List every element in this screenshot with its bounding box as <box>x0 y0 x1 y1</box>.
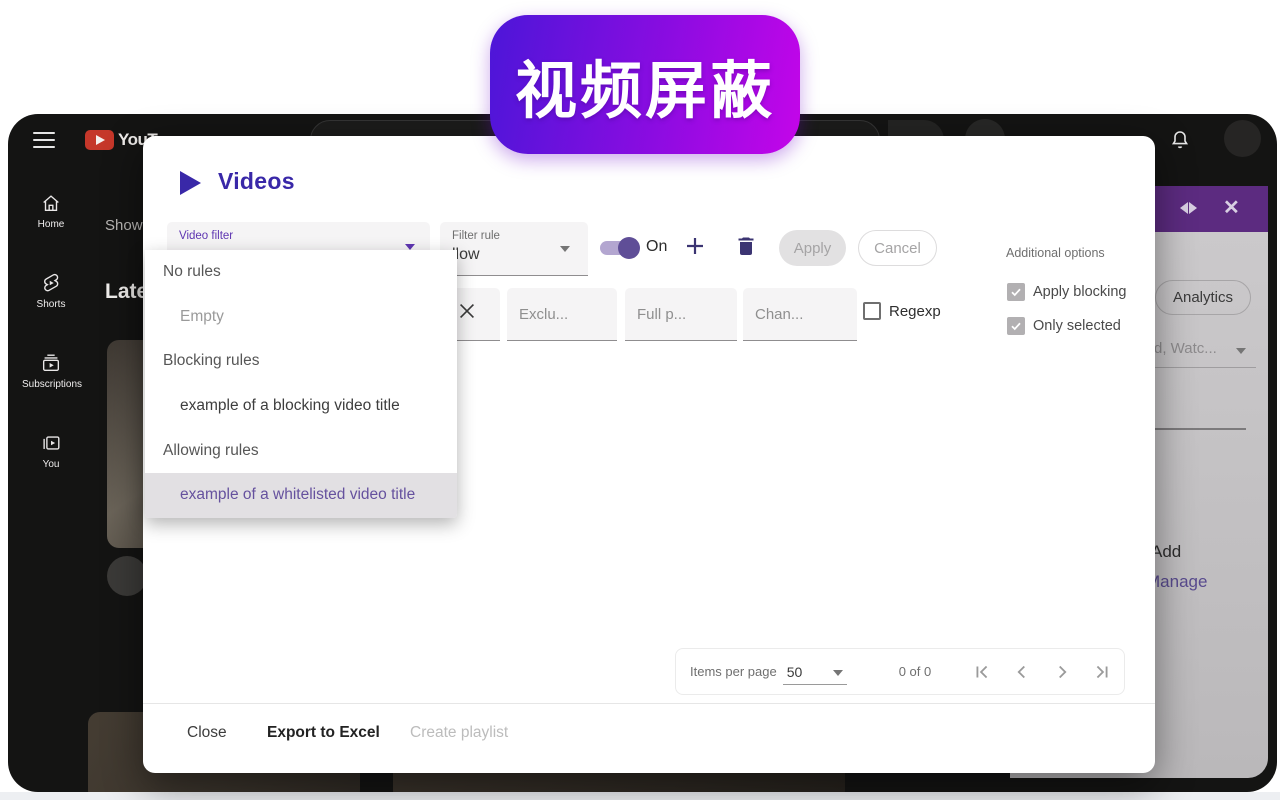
home-icon <box>40 192 62 214</box>
annotation-banner: 视频屏蔽 <box>490 15 800 154</box>
footer-divider <box>143 703 1155 704</box>
regexp-checkbox-row[interactable]: Regexp <box>863 302 941 320</box>
checkbox-checked-icon[interactable] <box>1007 283 1025 301</box>
screenshot-root: YouT Home Shorts <box>0 0 1280 800</box>
checkbox-unchecked-icon[interactable] <box>863 302 881 320</box>
trash-icon <box>734 234 758 258</box>
subscriptions-icon <box>40 352 62 374</box>
delete-filter-button[interactable] <box>734 234 758 263</box>
apply-blocking-checkbox-row[interactable]: Apply blocking <box>1007 283 1127 301</box>
menu-option-blocking-example[interactable]: example of a blocking video title <box>145 384 457 429</box>
cancel-button[interactable]: Cancel <box>858 230 937 266</box>
pagination-bar: Items per page 50 0 of 0 <box>675 648 1125 695</box>
feed-latest-heading: Late <box>105 280 148 304</box>
notifications-bell-icon[interactable] <box>1168 128 1192 152</box>
window-bottom-gap <box>0 792 1280 800</box>
channel-avatar[interactable] <box>107 556 147 596</box>
add-filter-button[interactable] <box>683 234 707 263</box>
video-filter-dropdown-menu: No rules Empty Blocking rules example of… <box>145 250 457 518</box>
banner-text: 视频屏蔽 <box>515 40 775 130</box>
close-button[interactable]: Close <box>187 724 227 742</box>
clear-icon[interactable] <box>456 300 478 322</box>
menu-option-empty[interactable]: Empty <box>145 295 457 340</box>
account-avatar[interactable] <box>1224 120 1261 157</box>
panel-divider <box>1154 428 1246 430</box>
sidebar-item-you[interactable]: You <box>22 432 80 470</box>
export-to-excel-button[interactable]: Export to Excel <box>267 724 380 742</box>
menu-group-allowing-rules: Allowing rules <box>145 428 457 473</box>
panel-resize-icon[interactable] <box>1180 202 1197 214</box>
you-icon <box>40 432 62 454</box>
play-icon <box>180 171 201 195</box>
menu-group-no-rules: No rules <box>145 250 457 295</box>
panel-manage-link[interactable]: Manage <box>1146 572 1207 592</box>
menu-option-whitelisted-example[interactable]: example of a whitelisted video title <box>145 473 457 518</box>
apply-button[interactable]: Apply <box>779 230 846 266</box>
feed-show-text: Show <box>105 217 143 234</box>
filter-rule-select[interactable]: Filter rule llow <box>440 222 588 276</box>
youtube-play-icon <box>85 130 114 150</box>
chevron-down-icon <box>560 246 570 252</box>
checkbox-checked-icon[interactable] <box>1007 317 1025 335</box>
full-phrase-field[interactable]: Full p... <box>625 288 737 341</box>
pagination-range: 0 of 0 <box>899 664 932 679</box>
chevron-down-icon <box>833 670 843 676</box>
prev-page-icon[interactable] <box>1011 661 1033 683</box>
create-playlist-button[interactable]: Create playlist <box>410 724 508 742</box>
sidebar-item-subscriptions[interactable]: Subscriptions <box>22 352 80 390</box>
filter-enabled-toggle[interactable] <box>600 237 638 259</box>
panel-filter-select[interactable]: d, Watc... <box>1154 340 1254 357</box>
chevron-down-icon <box>1236 348 1246 354</box>
additional-options-title: Additional options <box>1006 246 1105 260</box>
toggle-label: On <box>646 238 667 256</box>
shorts-icon <box>40 272 62 294</box>
hamburger-menu-icon[interactable] <box>33 132 55 148</box>
analytics-button[interactable]: Analytics <box>1155 280 1251 315</box>
last-page-icon[interactable] <box>1091 661 1113 683</box>
sidebar-item-home[interactable]: Home <box>22 192 80 230</box>
dialog-title: Videos <box>218 168 295 195</box>
plus-icon <box>683 234 707 258</box>
exclude-field[interactable]: Exclu... <box>507 288 617 341</box>
sidebar-item-shorts[interactable]: Shorts <box>22 272 80 310</box>
items-per-page-select[interactable]: 50 <box>787 664 847 680</box>
only-selected-checkbox-row[interactable]: Only selected <box>1007 317 1121 335</box>
next-page-icon[interactable] <box>1051 661 1073 683</box>
panel-close-icon[interactable]: ✕ <box>1223 198 1240 218</box>
first-page-icon[interactable] <box>971 661 993 683</box>
menu-group-blocking-rules: Blocking rules <box>145 339 457 384</box>
channel-field[interactable]: Chan... <box>743 288 857 341</box>
